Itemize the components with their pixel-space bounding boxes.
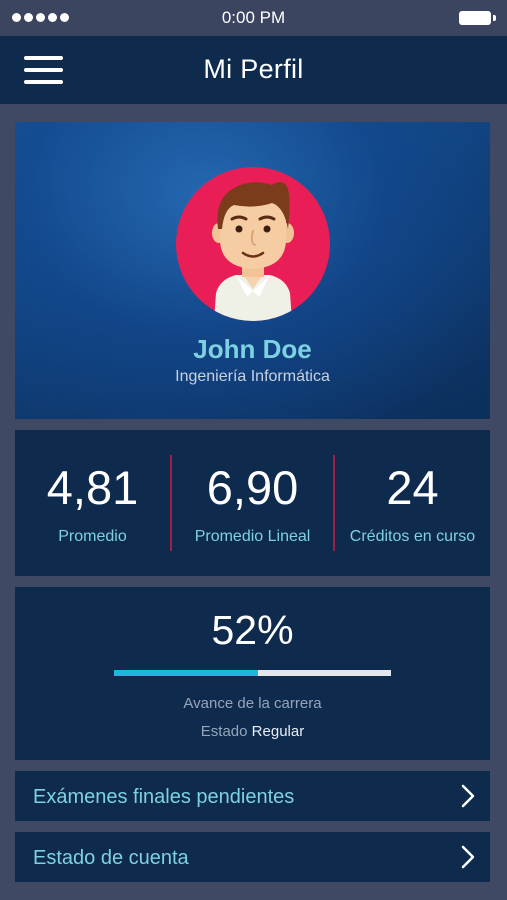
menu-item-label: Estado de cuenta [33,847,189,869]
progress-bar-fill [114,670,259,676]
header: Mi Perfil [0,36,507,104]
state-value: Regular [251,723,305,740]
progress-percent: 52% [211,607,294,653]
progress-label: Avance de la carrera [183,695,322,712]
chevron-right-icon [461,784,475,808]
menu-item-estado-cuenta[interactable]: Estado de cuenta [15,832,490,882]
stat-label: Promedio Lineal [194,528,311,545]
menu-item-label: Exámenes finales pendientes [33,786,295,808]
user-career: Ingeniería Informática [175,368,330,385]
state-label: Estado [200,723,248,740]
stat-promedio: 4,81 Promedio [15,430,170,576]
page-title: Mi Perfil [203,54,304,84]
battery-icon [459,11,496,25]
user-name: John Doe [193,334,312,364]
stat-label: Promedio [58,528,127,545]
profile-card: John Doe Ingeniería Informática [15,122,490,419]
stat-value: 4,81 [46,461,139,514]
menu-item-examenes[interactable]: Exámenes finales pendientes [15,771,490,821]
status-bar: 0:00 PM [0,0,507,36]
stats-card: 4,81 Promedio 6,90 Promedio Lineal 24 Cr… [15,430,490,576]
stat-value: 24 [386,461,439,514]
stat-label: Créditos en curso [349,528,476,545]
chevron-right-icon [461,845,475,869]
stat-promedio-lineal: 6,90 Promedio Lineal [172,430,333,576]
status-time: 0:00 PM [221,8,286,27]
stat-value: 6,90 [206,461,299,514]
user-avatar-icon [176,167,330,321]
career-progress-card: 52% Avance de la carrera Estado Regular [15,587,490,760]
progress-bar [114,670,391,676]
stat-creditos: 24 Créditos en curso [335,430,490,576]
state-line: Estado Regular [15,723,490,740]
